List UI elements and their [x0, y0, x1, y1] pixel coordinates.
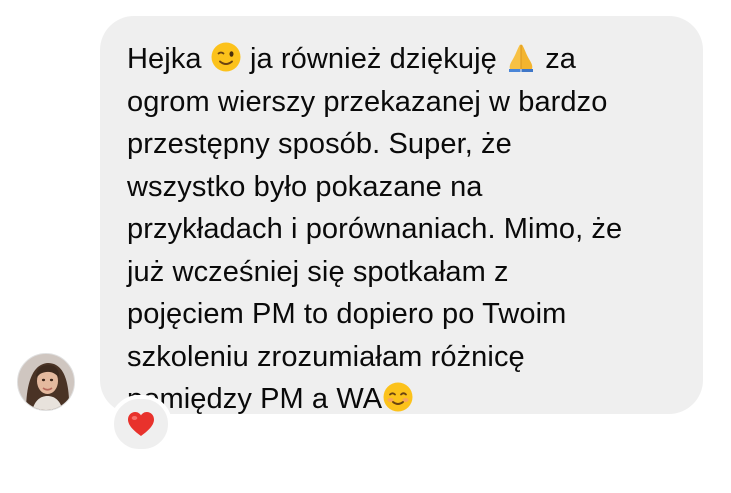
message-line: przestępny sposób. Super, że [127, 128, 512, 160]
message-reaction[interactable] [110, 395, 172, 453]
message-line: pojęciem PM to dopiero po Twoim [127, 298, 567, 330]
message-line: Hejka ja również dziękuję za [127, 38, 683, 81]
chat-thread: Hejka ja również dziękuję za ogrom wiers… [0, 0, 731, 493]
folded-hands-icon [509, 44, 534, 72]
message-line: już wcześniej się spotkałam z [127, 255, 509, 288]
message-line: wszystko było pokazane na [127, 170, 483, 203]
message-segment: Hejka [127, 43, 210, 75]
message-line: pomiędzy PM a WA [127, 378, 683, 421]
message-line: szkoleniu zrozumiałam różnicę [127, 340, 525, 373]
profile-photo-icon [18, 354, 74, 410]
message-bubble[interactable]: Hejka ja również dziękuję za ogrom wiers… [100, 16, 703, 415]
message-text: Hejka ja również dziękuję za ogrom wiers… [127, 38, 683, 421]
message-segment: za [537, 43, 577, 75]
winking-face-icon [211, 42, 241, 72]
message-segment: ja również dziękuję [241, 43, 506, 75]
message-line: przykładach i porównaniach. Mimo, że [127, 213, 623, 245]
smiling-face-icon [383, 382, 413, 412]
red-heart-icon [128, 412, 154, 436]
message-line: ogrom wierszy przekazanej w bardzo [127, 85, 608, 118]
sender-avatar[interactable] [17, 353, 75, 411]
